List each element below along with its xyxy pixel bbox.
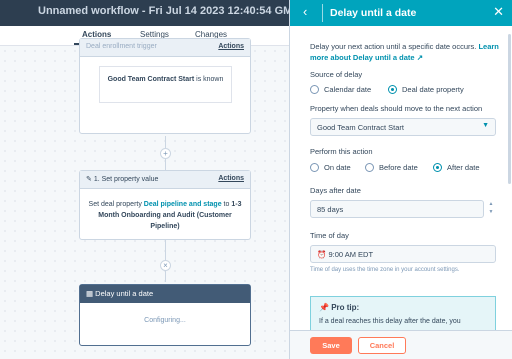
radio-before-date[interactable] bbox=[365, 163, 374, 172]
action-mid: to bbox=[221, 201, 232, 208]
chevron-down-icon: ▼ bbox=[482, 122, 489, 129]
remove-action-x-icon[interactable]: × bbox=[160, 260, 171, 271]
panel-scrollbar[interactable] bbox=[508, 34, 511, 184]
time-help-text: Time of day uses the time zone in your a… bbox=[310, 267, 460, 273]
trigger-card[interactable]: Deal enrollment trigger Actions Good Tea… bbox=[79, 38, 251, 134]
source-label: Source of delay bbox=[310, 70, 363, 79]
property-select[interactable]: Good Team Contract Start ▼ bbox=[310, 118, 496, 136]
time-input[interactable]: ⏰ 9:00 AM EDT bbox=[310, 245, 496, 263]
pin-icon: 📌 bbox=[319, 303, 332, 312]
workflow-title[interactable]: Unnamed workflow - Fri Jul 14 2023 12:40… bbox=[38, 5, 330, 17]
external-link-icon[interactable]: ↗ bbox=[417, 53, 423, 62]
workflow-canvas: Deal enrollment trigger Actions Good Tea… bbox=[0, 38, 290, 359]
delay-card[interactable]: ▦ Delay until a date Configuring... bbox=[79, 284, 251, 346]
trigger-operator: is known bbox=[194, 76, 224, 83]
time-value: 9:00 AM EDT bbox=[328, 250, 374, 259]
perform-label: Perform this action bbox=[310, 147, 373, 156]
header-divider bbox=[322, 4, 323, 22]
pro-tip-box: 📌 Pro tip: If a deal reaches this delay … bbox=[310, 296, 496, 330]
delay-settings-panel: ‹ Delay until a date ✕ Delay your next a… bbox=[289, 0, 512, 359]
panel-header: ‹ Delay until a date ✕ bbox=[290, 0, 512, 26]
delay-card-title: Delay until a date bbox=[95, 289, 154, 298]
radio-after-date[interactable] bbox=[433, 163, 442, 172]
back-chevron-icon[interactable]: ‹ bbox=[303, 4, 307, 19]
radio-before-date-label[interactable]: Before date bbox=[379, 163, 418, 172]
action-property-link[interactable]: Deal pipeline and stage bbox=[144, 201, 222, 208]
time-label: Time of day bbox=[310, 231, 349, 240]
property-select-value: Good Team Contract Start bbox=[317, 123, 404, 132]
action-card-header: ✎ 1. Set property value Actions bbox=[80, 171, 250, 189]
trigger-card-header: Deal enrollment trigger Actions bbox=[80, 39, 250, 57]
trigger-condition: Good Team Contract Start is known bbox=[99, 66, 232, 103]
radio-deal-date-property[interactable] bbox=[388, 85, 397, 94]
save-button[interactable]: Save bbox=[310, 337, 352, 354]
delay-card-header: ▦ Delay until a date bbox=[80, 285, 250, 303]
action-prefix: Set deal property bbox=[88, 201, 144, 208]
workflow-header: Unnamed workflow - Fri Jul 14 2023 12:40… bbox=[0, 0, 330, 26]
days-stepper[interactable]: ▲ ▼ bbox=[486, 200, 496, 218]
panel-title: Delay until a date bbox=[330, 7, 417, 19]
delay-status: Configuring... bbox=[144, 317, 186, 324]
close-icon[interactable]: ✕ bbox=[493, 4, 504, 20]
trigger-property: Good Team Contract Start bbox=[107, 76, 195, 83]
trigger-actions-link[interactable]: Actions bbox=[218, 43, 244, 50]
add-action-plus-icon[interactable]: + bbox=[160, 148, 171, 159]
description-text: Delay your next action until a specific … bbox=[310, 42, 477, 51]
trigger-card-title: Deal enrollment trigger bbox=[86, 43, 157, 50]
action-description: Set deal property Deal pipeline and stag… bbox=[80, 189, 250, 242]
pro-tip-body: If a deal reaches this delay after the d… bbox=[319, 318, 461, 325]
panel-content[interactable]: Delay your next action until a specific … bbox=[290, 26, 512, 330]
days-label: Days after date bbox=[310, 186, 361, 195]
radio-after-date-label[interactable]: After date bbox=[447, 163, 480, 172]
action-card-title: 1. Set property value bbox=[93, 176, 159, 183]
radio-deal-date-property-label[interactable]: Deal date property bbox=[402, 85, 464, 94]
pro-tip-title-text: Pro tip: bbox=[331, 303, 360, 312]
radio-calendar-date[interactable] bbox=[310, 85, 319, 94]
panel-footer: Save Cancel bbox=[290, 330, 512, 359]
days-input[interactable]: 85 days bbox=[310, 200, 484, 218]
property-label: Property when deals should move to the n… bbox=[310, 104, 483, 113]
radio-calendar-date-label[interactable]: Calendar date bbox=[324, 85, 371, 94]
calendar-icon: ▦ bbox=[86, 289, 96, 298]
edit-icon: ✎ bbox=[86, 176, 94, 183]
cancel-button[interactable]: Cancel bbox=[358, 337, 406, 354]
action-card[interactable]: ✎ 1. Set property value Actions Set deal… bbox=[79, 170, 251, 240]
action-actions-link[interactable]: Actions bbox=[218, 175, 244, 182]
panel-description: Delay your next action until a specific … bbox=[310, 41, 500, 63]
radio-on-date[interactable] bbox=[310, 163, 319, 172]
clock-icon: ⏰ bbox=[317, 250, 329, 259]
radio-on-date-label[interactable]: On date bbox=[324, 163, 351, 172]
pro-tip-title: 📌 Pro tip: bbox=[319, 303, 359, 312]
